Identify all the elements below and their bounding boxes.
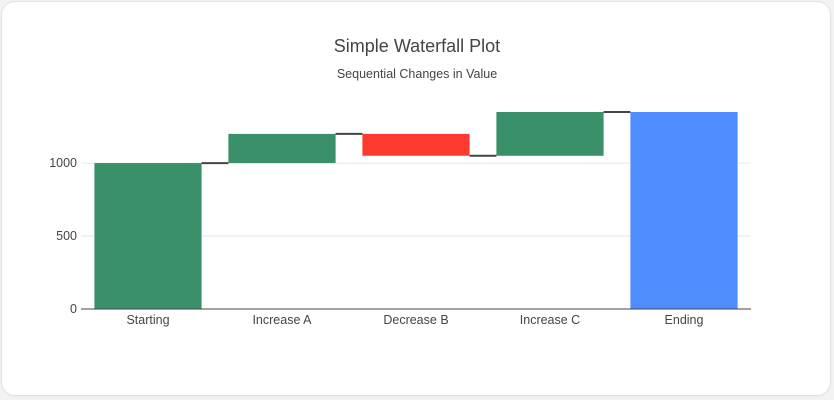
x-tick-label: Starting [126, 313, 169, 327]
chart-title: Simple Waterfall Plot [334, 36, 500, 56]
y-tick-label: 0 [70, 302, 77, 316]
y-tick-label: 1000 [49, 156, 77, 170]
waterfall-bar-increase-a [228, 133, 336, 164]
y-axis-ticks: 0 500 1000 [49, 156, 77, 316]
waterfall-chart: Simple Waterfall Plot Sequential Changes… [49, 36, 751, 327]
waterfall-bar-increase-c [496, 112, 604, 156]
waterfall-bar-ending [630, 112, 738, 309]
x-tick-label: Decrease B [383, 313, 448, 327]
waterfall-bar-starting [94, 163, 202, 309]
x-axis-ticks: Starting Increase A Decrease B Increase C En… [126, 313, 703, 327]
x-tick-label: Ending [665, 313, 704, 327]
bars [94, 112, 738, 309]
chart-subtitle: Sequential Changes in Value [337, 67, 497, 81]
waterfall-bar-decrease-b [362, 133, 470, 156]
x-tick-label: Increase C [520, 313, 580, 327]
x-tick-label: Increase A [252, 313, 312, 327]
y-tick-label: 500 [56, 229, 77, 243]
